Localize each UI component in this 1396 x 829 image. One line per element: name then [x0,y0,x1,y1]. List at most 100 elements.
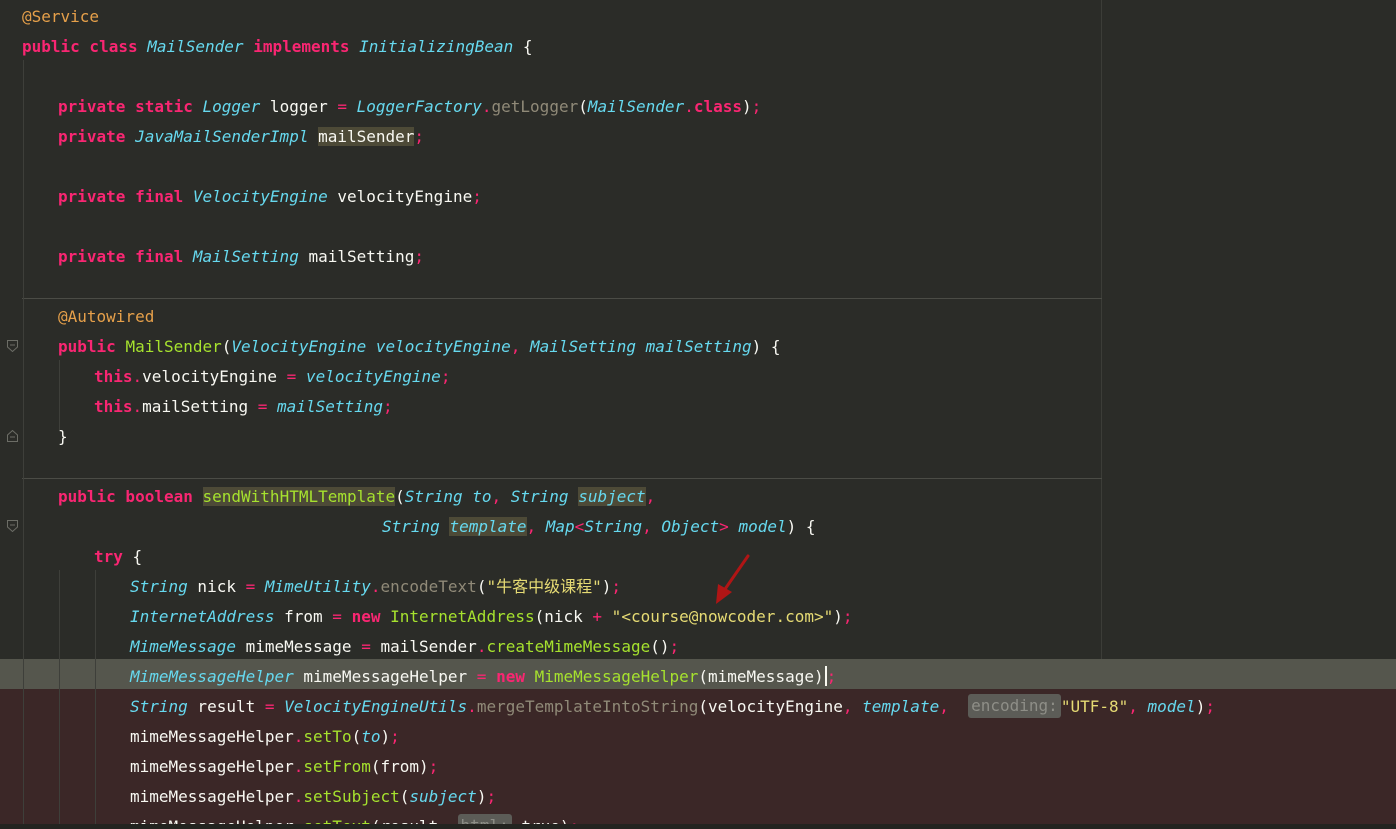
indent-guide [59,570,60,829]
code-token: encodeText [380,577,477,596]
code-line[interactable]: this.mailSetting = mailSetting; [94,392,393,422]
code-token: JavaMailSenderImpl [135,127,309,146]
code-token: getLogger [491,97,579,116]
code-line[interactable]: @Autowired [58,302,154,332]
code-token: MailSender [147,37,244,56]
code-token: private [58,127,136,146]
indent-guide [95,570,96,829]
code-line[interactable]: try { [94,542,142,572]
code-token: result [187,697,265,716]
code-line[interactable]: MimeMessageHelper mimeMessageHelper = ne… [130,662,836,692]
code-token: . [467,697,477,716]
code-line[interactable]: private static Logger logger = LoggerFac… [58,92,761,122]
fold-marker-icon[interactable] [7,430,18,442]
code-line[interactable]: public MailSender(VelocityEngine velocit… [58,332,781,362]
code-token: , [526,517,546,536]
code-token: ; [751,97,762,116]
code-token: setFrom [303,757,371,776]
code-token: ) [476,787,487,806]
code-line[interactable]: private final MailSetting mailSetting; [58,242,424,272]
code-token: (nick [534,607,593,626]
code-line[interactable]: mimeMessageHelper.setSubject(subject); [130,782,496,812]
code-token: ; [390,727,400,746]
code-token: + [592,607,603,626]
code-token: @Autowired [58,307,155,326]
code-token: , [1128,697,1148,716]
code-token: template [862,697,940,716]
indent-guide [23,60,24,829]
code-line[interactable]: String result = VelocityEngineUtils.merg… [130,692,1215,722]
code-token: mimeMessageHelper [130,757,294,776]
code-token: ( [578,97,588,116]
code-token: (velocityEngine [698,697,843,716]
code-line[interactable]: private JavaMailSenderImpl mailSender; [58,122,424,152]
code-token: ; [472,187,482,206]
code-token: MimeMessage [130,637,236,656]
code-token: public class [22,37,148,56]
code-line[interactable]: MimeMessage mimeMessage = mailSender.cre… [130,632,679,662]
editor-bottom-edge [0,824,1396,829]
code-token: class [693,97,742,116]
code-line[interactable]: String nick = MimeUtility.encodeText("牛客… [130,572,621,602]
code-token: = [476,667,487,686]
code-token: model [1147,697,1196,716]
code-token: MimeMessageHelper [130,667,294,686]
code-token: > [719,517,739,536]
code-token: , [491,487,511,506]
code-token: , [645,487,656,506]
code-token: MimeUtility [264,577,371,596]
code-token: MailSetting mailSetting [530,337,752,356]
code-token: , [842,697,863,716]
code-token: { [513,37,533,56]
code-line[interactable]: private final VelocityEngine velocityEng… [58,182,482,212]
code-token: String to [404,487,492,506]
code-token: < [574,517,585,536]
code-token: MimeMessageHelper [534,667,699,686]
code-line[interactable]: public class MailSender implements Initi… [22,32,533,62]
code-token: . [132,367,143,386]
code-token: { [122,547,143,566]
code-token: logger [260,97,338,116]
code-token: mimeMessageHelper [293,667,477,686]
code-token: ; [383,397,393,416]
code-token: this [94,367,133,386]
code-token: new [496,667,535,686]
code-line[interactable]: mimeMessageHelper.setTo(to); [130,722,400,752]
code-token: Logger [202,97,261,116]
code-line[interactable]: this.velocityEngine = velocityEngine; [94,362,450,392]
code-token: ) { [786,517,816,536]
code-token: private final [58,187,193,206]
code-line[interactable]: @Service [22,2,99,32]
code-token: setTo [303,727,352,746]
code-line[interactable]: } [58,422,68,452]
code-token: private static [58,97,203,116]
code-token: ( [476,577,487,596]
fold-marker-icon[interactable] [7,520,18,532]
code-line[interactable]: mimeMessageHelper.setFrom(from); [130,752,438,782]
code-token: this [94,397,133,416]
code-token: ) [742,97,752,116]
code-token: String [130,697,188,716]
code-editor[interactable]: @Service public class MailSender implemen… [0,0,1396,829]
code-token: MailSender [587,97,685,116]
indent-guide [59,360,60,430]
code-token: String [510,487,579,506]
code-token: . [293,757,304,776]
code-token: @Service [22,7,100,26]
code-token: public boolean [58,487,203,506]
code-token: = [264,697,275,716]
code-token: VelocityEngine [192,187,328,206]
code-line[interactable]: String template, Map<String, Object> mod… [382,512,816,542]
code-token: VelocityEngineUtils [284,697,468,716]
code-token: ) [1195,697,1206,716]
code-line[interactable]: public boolean sendWithHTMLTemplate(Stri… [58,482,655,512]
code-token: = [361,637,371,656]
fold-marker-icon[interactable] [7,340,18,352]
code-token: mimeMessageHelper [130,787,294,806]
code-token: . [684,97,694,116]
